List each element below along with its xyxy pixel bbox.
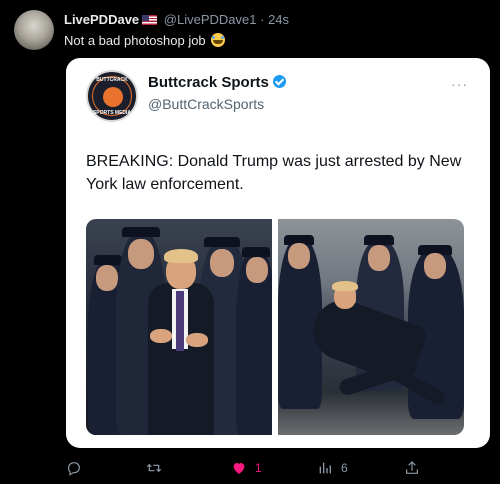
views-count: 6	[341, 461, 348, 475]
tweet-photo-left[interactable]	[86, 219, 272, 435]
logo-text-bottom: SPORTS MEDIA	[92, 110, 132, 116]
us-flag-icon	[142, 15, 158, 25]
like-count: 1	[255, 461, 262, 475]
verified-badge-icon	[272, 75, 286, 88]
laughing-emoji-icon	[211, 33, 226, 47]
retweet-button[interactable]	[146, 458, 162, 478]
quoted-tweet-text: BREAKING: Donald Trump was just arrested…	[86, 153, 462, 193]
quoted-author-name[interactable]: Buttcrack Sports	[148, 74, 286, 91]
reply-button[interactable]	[66, 458, 82, 478]
tweet-text-body: Not a bad photoshop job	[64, 33, 206, 48]
author-name[interactable]: LivePDDave	[64, 12, 139, 27]
basketball-icon	[103, 87, 123, 107]
buttcrack-sports-logo[interactable]: BUTTCRACK SPORTS MEDIA	[86, 70, 138, 122]
more-options-icon[interactable]: ···	[451, 76, 468, 92]
logo-text-top: BUTTCRACK	[96, 77, 128, 83]
quoted-author-handle[interactable]: @ButtCrackSports	[148, 96, 264, 112]
reply-icon	[68, 462, 80, 476]
tweet-actions: 1 6	[0, 458, 500, 478]
like-button[interactable]: 1	[231, 458, 262, 478]
separator: ·	[260, 12, 265, 27]
views-icon	[319, 462, 331, 474]
tweet-header: LivePDDave @LivePDDave1 · 24s	[64, 12, 289, 27]
author-handle[interactable]: @LivePDDave1	[164, 12, 257, 27]
quoted-tweet-card[interactable]: BUTTCRACK SPORTS MEDIA Buttcrack Sports …	[66, 58, 490, 448]
heart-icon	[233, 463, 245, 474]
share-icon	[406, 461, 418, 474]
retweet-icon	[146, 463, 162, 473]
quoted-author-name-text: Buttcrack Sports	[148, 74, 269, 91]
author-avatar[interactable]	[14, 10, 54, 50]
views-button[interactable]: 6	[317, 458, 348, 478]
share-button[interactable]	[404, 458, 420, 478]
tweet-text: Not a bad photoshop job	[64, 33, 226, 48]
tweet-time[interactable]: 24s	[268, 12, 289, 27]
tweet-photo-right[interactable]	[278, 219, 464, 435]
